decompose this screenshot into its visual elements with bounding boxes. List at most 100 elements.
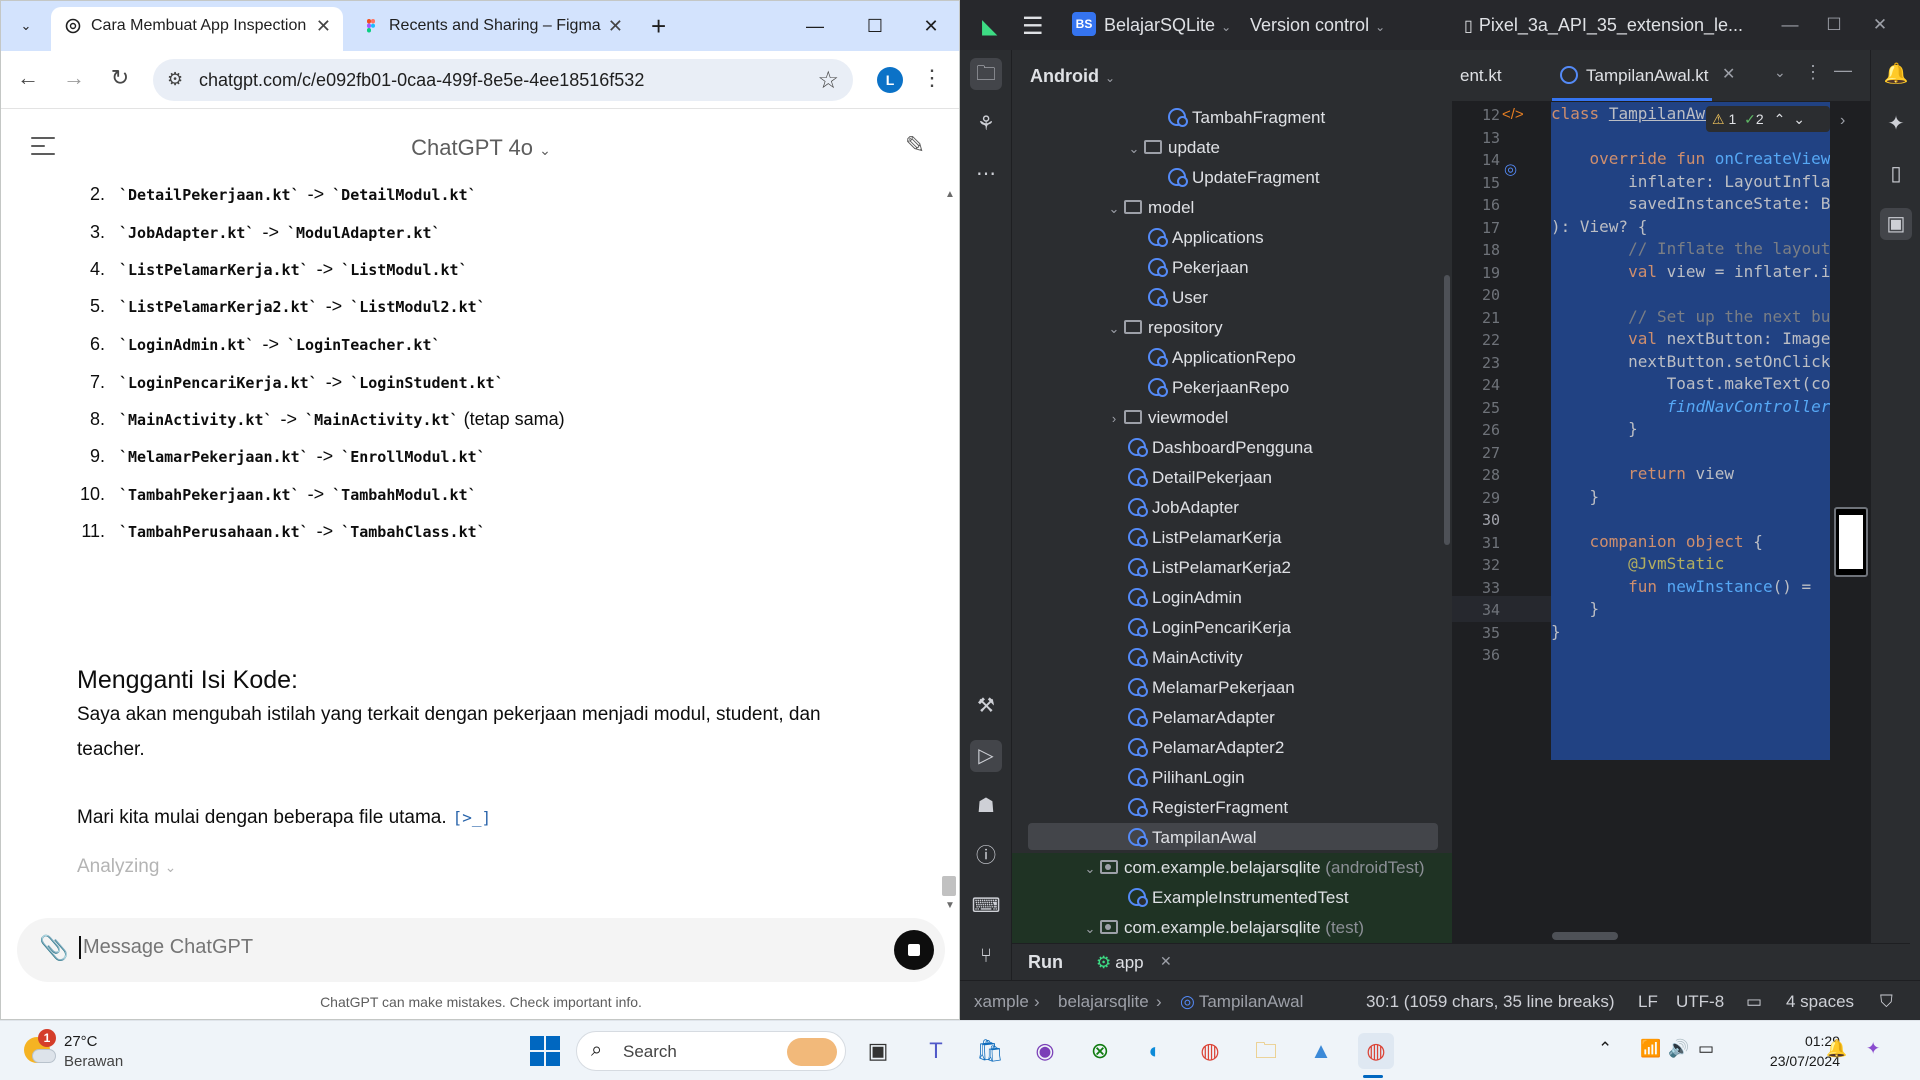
message-input[interactable] [79,936,859,959]
prev-highlight-icon[interactable]: ⌃ [1774,111,1786,127]
tree-item[interactable]: ⌄ com.example.belajarsqlite (test) [1080,913,1364,943]
tree-item[interactable]: PelamarAdapter2 [1128,733,1284,763]
file-encoding[interactable]: UTF-8 [1676,992,1724,1012]
tree-item[interactable]: Pekerjaan [1148,253,1249,283]
site-info-icon[interactable]: ⚙ [167,69,183,90]
editor-tab-previous[interactable]: ent.kt [1460,66,1502,86]
minimize-icon[interactable]: — [795,9,835,43]
expand-chevron-icon[interactable]: ⌄ [1104,314,1124,344]
editor-options-icon[interactable]: ⋮ [1804,62,1822,83]
tree-item[interactable]: TambahFragment [1168,103,1325,133]
breadcrumb-2[interactable]: ◎ TampilanAwal [1180,992,1303,1012]
chrome-active-icon[interactable]: ◍ [1358,1033,1394,1069]
analyzing-status[interactable]: Analyzing ⌄ [77,856,176,878]
new-tab-icon[interactable]: + [651,11,666,42]
readonly-toggle-icon[interactable]: ▭ [1746,992,1762,1012]
run-config-tab[interactable]: ⚙ app [1096,953,1144,973]
tree-item[interactable]: ⌄ com.example.belajarsqlite (androidTest) [1080,853,1425,883]
attach-icon[interactable]: 📎 [39,934,69,963]
tree-item[interactable]: DashboardPengguna [1128,433,1313,463]
gemini-icon[interactable]: ✦ [1880,108,1912,140]
taskbar-search[interactable]: ⌕ Search [576,1031,846,1071]
chat-scrollbar[interactable] [946,184,959,919]
run-tab[interactable]: Run [1028,952,1063,973]
expand-right-icon[interactable]: › [1840,112,1845,130]
tree-item[interactable]: ExampleInstrumentedTest [1128,883,1349,913]
expand-chevron-icon[interactable]: ⌄ [1080,854,1100,884]
tray-overflow-icon[interactable]: ⌃ [1598,1039,1612,1059]
problems-icon[interactable]: ⓘ [970,840,1002,872]
tree-item[interactable]: LoginPencariKerja [1128,613,1291,643]
build-icon[interactable]: ⚒ [970,690,1002,722]
override-marker-icon[interactable]: ◎ [1504,160,1517,178]
xbox-icon[interactable]: ⊗ [1082,1033,1118,1069]
vcs-selector[interactable]: Version control ⌄ [1250,15,1385,36]
tree-item[interactable]: ⌄ repository [1104,313,1223,343]
device-manager-icon[interactable]: ▯ [1880,158,1912,190]
run-tool-icon[interactable]: ▷ [970,740,1002,772]
teams-icon[interactable]: T [918,1033,954,1069]
close-run-tab-icon[interactable]: ✕ [1160,953,1172,970]
cursor-position[interactable]: 30:1 (1059 chars, 35 line breaks) [1366,992,1615,1012]
tree-item[interactable]: PilihanLogin [1128,763,1245,793]
terminal-icon[interactable]: ⌨ [970,890,1002,922]
battery-icon[interactable]: ▭ [1698,1039,1714,1059]
file-explorer-icon[interactable]: 🗀 [1248,1033,1284,1069]
app-purple-icon[interactable]: ◉ [1027,1033,1063,1069]
tree-item[interactable]: Applications [1148,223,1264,253]
project-view-selector[interactable]: Android ⌄ [1030,66,1115,87]
tree-item[interactable]: ⌄ model [1104,193,1195,223]
store-icon[interactable]: 🛍 [972,1033,1008,1069]
breadcrumb-1[interactable]: belajarsqlite [1058,992,1149,1012]
scrollbar-thumb[interactable] [942,876,956,896]
maximize-icon[interactable]: ☐ [1816,10,1852,40]
device-preview-thumbnail[interactable] [1834,507,1868,577]
view-analysis-link[interactable]: [>_] [453,808,492,827]
profile-avatar[interactable]: L [877,67,903,93]
edge-icon[interactable]: ◐ [1137,1033,1173,1069]
weather-widget[interactable]: 1 27°C Berawan [20,1029,160,1073]
tree-item[interactable]: RegisterFragment [1128,793,1288,823]
back-icon[interactable]: ← [13,65,43,91]
volume-icon[interactable]: 🔊 [1668,1039,1689,1059]
collapse-chevron-icon[interactable]: › [1104,404,1124,434]
tree-item[interactable]: ApplicationRepo [1148,343,1296,373]
logcat-icon[interactable]: ☗ [970,790,1002,822]
running-devices-icon[interactable]: ▣ [1880,208,1912,240]
project-scrollbar[interactable] [1444,275,1450,545]
close-window-icon[interactable]: ✕ [1862,10,1898,40]
main-menu-icon[interactable]: ☰ [1022,12,1044,41]
tab-search-icon[interactable]: ⌄ [11,13,41,39]
bookmark-star-icon[interactable]: ☆ [817,66,839,95]
tree-item[interactable]: › viewmodel [1104,403,1228,433]
model-selector[interactable]: ChatGPT 4o ⌄ [1,135,959,161]
task-view-icon[interactable]: ▣ [860,1033,896,1069]
tree-item[interactable]: ListPelamarKerja [1128,523,1281,553]
tree-item[interactable]: User [1148,283,1208,313]
tree-item[interactable]: DetailPekerjaan [1128,463,1272,493]
scroll-down-icon[interactable]: ▼ [945,900,955,911]
notifications-icon[interactable]: 🔔 [1880,58,1912,90]
tree-item[interactable]: LoginAdmin [1128,583,1242,613]
inspection-widget[interactable]: ⚠ 1 ✓2 ⌃ ⌄ [1706,106,1830,132]
git-icon[interactable]: ⑂ [970,940,1002,972]
tree-item[interactable]: ListPelamarKerja2 [1128,553,1291,583]
line-separator[interactable]: LF [1638,992,1658,1012]
close-tab-icon[interactable]: ✕ [608,7,623,45]
chrome-menu-icon[interactable]: ⋮ [921,65,943,91]
code-text[interactable]: class TampilanAwal override fun onCreate… [1551,102,1830,943]
close-window-icon[interactable]: ✕ [911,9,951,43]
tree-item[interactable]: UpdateFragment [1168,163,1320,193]
forward-icon[interactable]: → [59,65,89,91]
scroll-up-icon[interactable]: ▲ [945,189,955,200]
tree-item[interactable]: ⌄ update [1124,133,1220,163]
clock[interactable]: 01:29 23/07/2024 [1740,1031,1840,1071]
reload-icon[interactable]: ↻ [105,65,135,91]
xml-layout-icon[interactable]: </> [1502,106,1524,123]
editor-horizontal-scrollbar[interactable] [1552,932,1618,940]
address-bar[interactable]: ⚙ chatgpt.com/c/e092fb01-0caa-499f-8e5e-… [153,59,853,101]
next-highlight-icon[interactable]: ⌄ [1793,111,1805,127]
maximize-icon[interactable]: ☐ [855,9,895,43]
more-tools-icon[interactable]: ⋯ [970,158,1002,190]
notification-bell-icon[interactable]: 🔔 [1826,1039,1847,1059]
